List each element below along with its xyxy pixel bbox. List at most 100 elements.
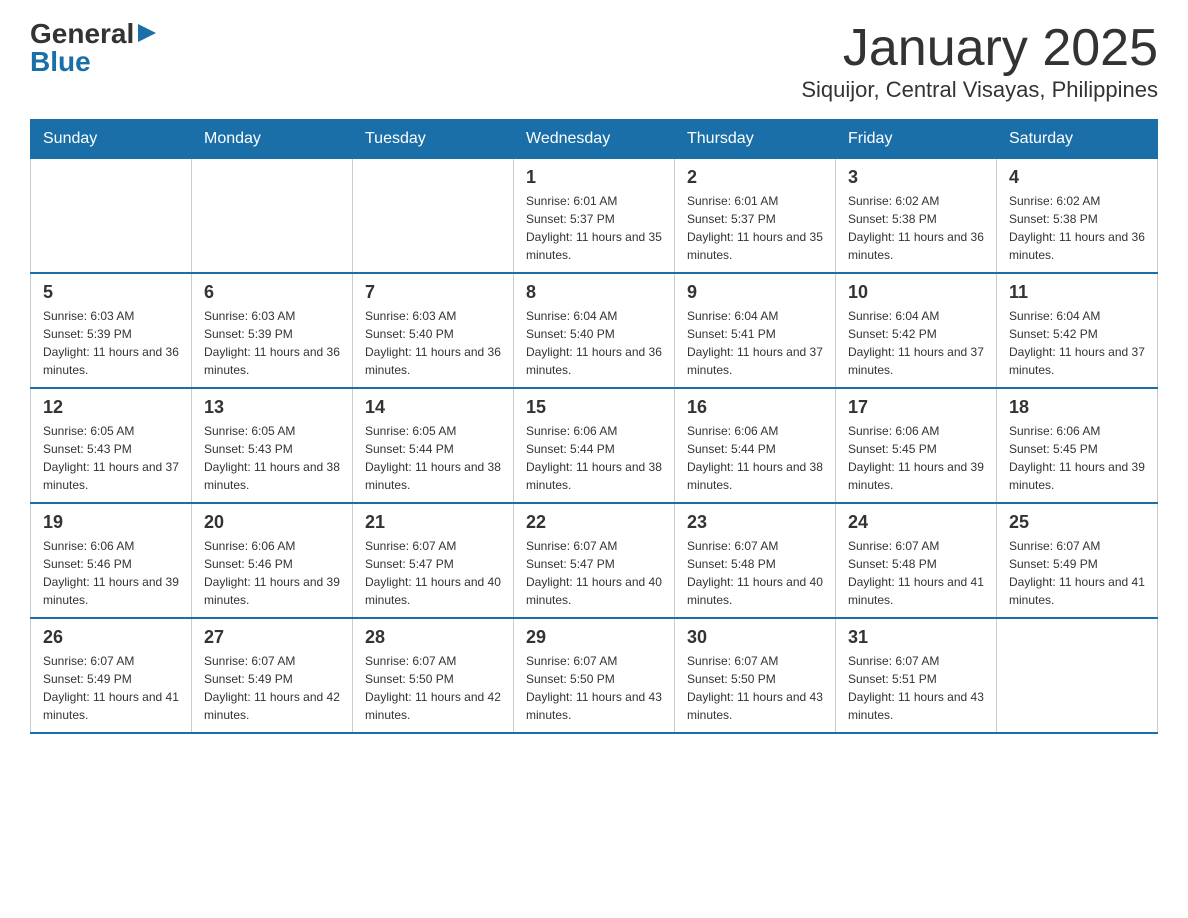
calendar-cell: 9 Sunrise: 6:04 AM Sunset: 5:41 PM Daylig… xyxy=(675,273,836,388)
logo-text-general: General xyxy=(30,20,134,48)
column-header-sunday: Sunday xyxy=(31,120,192,159)
calendar-cell: 30 Sunrise: 6:07 AM Sunset: 5:50 PM Dayli… xyxy=(675,618,836,733)
calendar-table: SundayMondayTuesdayWednesdayThursdayFrid… xyxy=(30,119,1158,734)
day-info: Sunrise: 6:07 AM Sunset: 5:47 PM Dayligh… xyxy=(365,537,501,609)
calendar-cell: 8 Sunrise: 6:04 AM Sunset: 5:40 PM Daylig… xyxy=(514,273,675,388)
day-info: Sunrise: 6:07 AM Sunset: 5:48 PM Dayligh… xyxy=(687,537,823,609)
day-number: 6 xyxy=(204,282,340,303)
month-title: January 2025 xyxy=(801,20,1158,77)
day-number: 23 xyxy=(687,512,823,533)
day-info: Sunrise: 6:02 AM Sunset: 5:38 PM Dayligh… xyxy=(1009,192,1145,264)
day-info: Sunrise: 6:06 AM Sunset: 5:45 PM Dayligh… xyxy=(1009,422,1145,494)
logo-flag-icon xyxy=(136,22,158,44)
day-number: 7 xyxy=(365,282,501,303)
day-number: 15 xyxy=(526,397,662,418)
day-info: Sunrise: 6:07 AM Sunset: 5:48 PM Dayligh… xyxy=(848,537,984,609)
day-number: 1 xyxy=(526,167,662,188)
calendar-cell: 28Sunrise: 6:07 AM Sunset: 5:50 PM Dayli… xyxy=(353,618,514,733)
day-info: Sunrise: 6:05 AM Sunset: 5:43 PM Dayligh… xyxy=(43,422,179,494)
calendar-cell: 29 Sunrise: 6:07 AM Sunset: 5:50 PM Dayli… xyxy=(514,618,675,733)
location-title: Siquijor, Central Visayas, Philippines xyxy=(801,77,1158,103)
calendar-week-row: 5 Sunrise: 6:03 AM Sunset: 5:39 PM Daylig… xyxy=(31,273,1158,388)
calendar-cell: 13 Sunrise: 6:05 AM Sunset: 5:43 PM Dayli… xyxy=(192,388,353,503)
day-info: Sunrise: 6:06 AM Sunset: 5:44 PM Dayligh… xyxy=(687,422,823,494)
column-header-monday: Monday xyxy=(192,120,353,159)
calendar-cell xyxy=(997,618,1158,733)
calendar-cell: 5Sunrise: 6:03 AM Sunset: 5:39 PM Daylig… xyxy=(31,273,192,388)
day-number: 31 xyxy=(848,627,984,648)
day-info: Sunrise: 6:05 AM Sunset: 5:43 PM Dayligh… xyxy=(204,422,340,494)
column-header-wednesday: Wednesday xyxy=(514,120,675,159)
day-number: 4 xyxy=(1009,167,1145,188)
calendar-cell: 2 Sunrise: 6:01 AM Sunset: 5:37 PM Daylig… xyxy=(675,159,836,274)
calendar-cell: 27 Sunrise: 6:07 AM Sunset: 5:49 PM Dayli… xyxy=(192,618,353,733)
day-info: Sunrise: 6:06 AM Sunset: 5:44 PM Dayligh… xyxy=(526,422,662,494)
day-number: 20 xyxy=(204,512,340,533)
title-section: January 2025 Siquijor, Central Visayas, … xyxy=(801,20,1158,103)
calendar-week-row: 12 Sunrise: 6:05 AM Sunset: 5:43 PM Dayli… xyxy=(31,388,1158,503)
calendar-cell: 12 Sunrise: 6:05 AM Sunset: 5:43 PM Dayli… xyxy=(31,388,192,503)
day-info: Sunrise: 6:01 AM Sunset: 5:37 PM Dayligh… xyxy=(687,192,823,264)
calendar-cell: 3Sunrise: 6:02 AM Sunset: 5:38 PM Daylig… xyxy=(836,159,997,274)
calendar-cell xyxy=(192,159,353,274)
day-info: Sunrise: 6:04 AM Sunset: 5:42 PM Dayligh… xyxy=(1009,307,1145,379)
calendar-cell: 7 Sunrise: 6:03 AM Sunset: 5:40 PM Daylig… xyxy=(353,273,514,388)
day-info: Sunrise: 6:03 AM Sunset: 5:40 PM Dayligh… xyxy=(365,307,501,379)
day-number: 9 xyxy=(687,282,823,303)
column-header-tuesday: Tuesday xyxy=(353,120,514,159)
day-info: Sunrise: 6:04 AM Sunset: 5:42 PM Dayligh… xyxy=(848,307,984,379)
day-info: Sunrise: 6:06 AM Sunset: 5:45 PM Dayligh… xyxy=(848,422,984,494)
calendar-cell: 21Sunrise: 6:07 AM Sunset: 5:47 PM Dayli… xyxy=(353,503,514,618)
day-number: 28 xyxy=(365,627,501,648)
calendar-cell: 18 Sunrise: 6:06 AM Sunset: 5:45 PM Dayli… xyxy=(997,388,1158,503)
day-number: 2 xyxy=(687,167,823,188)
day-number: 29 xyxy=(526,627,662,648)
day-number: 30 xyxy=(687,627,823,648)
calendar-cell: 1 Sunrise: 6:01 AM Sunset: 5:37 PM Daylig… xyxy=(514,159,675,274)
day-info: Sunrise: 6:04 AM Sunset: 5:41 PM Dayligh… xyxy=(687,307,823,379)
calendar-cell: 11 Sunrise: 6:04 AM Sunset: 5:42 PM Dayli… xyxy=(997,273,1158,388)
day-info: Sunrise: 6:07 AM Sunset: 5:51 PM Dayligh… xyxy=(848,652,984,724)
day-info: Sunrise: 6:07 AM Sunset: 5:47 PM Dayligh… xyxy=(526,537,662,609)
day-number: 13 xyxy=(204,397,340,418)
calendar-cell: 26 Sunrise: 6:07 AM Sunset: 5:49 PM Dayli… xyxy=(31,618,192,733)
day-number: 18 xyxy=(1009,397,1145,418)
day-info: Sunrise: 6:07 AM Sunset: 5:50 PM Dayligh… xyxy=(687,652,823,724)
calendar-cell: 22 Sunrise: 6:07 AM Sunset: 5:47 PM Dayli… xyxy=(514,503,675,618)
day-info: Sunrise: 6:06 AM Sunset: 5:46 PM Dayligh… xyxy=(204,537,340,609)
calendar-cell xyxy=(353,159,514,274)
day-info: Sunrise: 6:07 AM Sunset: 5:50 PM Dayligh… xyxy=(526,652,662,724)
day-number: 12 xyxy=(43,397,179,418)
column-header-thursday: Thursday xyxy=(675,120,836,159)
calendar-cell: 20 Sunrise: 6:06 AM Sunset: 5:46 PM Dayli… xyxy=(192,503,353,618)
day-number: 5 xyxy=(43,282,179,303)
day-number: 22 xyxy=(526,512,662,533)
calendar-cell: 19 Sunrise: 6:06 AM Sunset: 5:46 PM Dayli… xyxy=(31,503,192,618)
day-info: Sunrise: 6:05 AM Sunset: 5:44 PM Dayligh… xyxy=(365,422,501,494)
calendar-header-row: SundayMondayTuesdayWednesdayThursdayFrid… xyxy=(31,120,1158,159)
day-number: 8 xyxy=(526,282,662,303)
day-info: Sunrise: 6:03 AM Sunset: 5:39 PM Dayligh… xyxy=(204,307,340,379)
day-number: 11 xyxy=(1009,282,1145,303)
logo: General Blue xyxy=(30,20,158,76)
calendar-cell xyxy=(31,159,192,274)
day-number: 3 xyxy=(848,167,984,188)
calendar-cell: 25 Sunrise: 6:07 AM Sunset: 5:49 PM Dayli… xyxy=(997,503,1158,618)
day-info: Sunrise: 6:04 AM Sunset: 5:40 PM Dayligh… xyxy=(526,307,662,379)
calendar-cell: 14Sunrise: 6:05 AM Sunset: 5:44 PM Dayli… xyxy=(353,388,514,503)
day-number: 27 xyxy=(204,627,340,648)
day-info: Sunrise: 6:01 AM Sunset: 5:37 PM Dayligh… xyxy=(526,192,662,264)
day-number: 10 xyxy=(848,282,984,303)
day-number: 24 xyxy=(848,512,984,533)
day-info: Sunrise: 6:07 AM Sunset: 5:49 PM Dayligh… xyxy=(204,652,340,724)
day-number: 19 xyxy=(43,512,179,533)
day-number: 25 xyxy=(1009,512,1145,533)
column-header-saturday: Saturday xyxy=(997,120,1158,159)
logo-text-blue: Blue xyxy=(30,48,91,76)
day-info: Sunrise: 6:06 AM Sunset: 5:46 PM Dayligh… xyxy=(43,537,179,609)
day-info: Sunrise: 6:07 AM Sunset: 5:49 PM Dayligh… xyxy=(43,652,179,724)
calendar-cell: 23 Sunrise: 6:07 AM Sunset: 5:48 PM Dayli… xyxy=(675,503,836,618)
calendar-week-row: 26 Sunrise: 6:07 AM Sunset: 5:49 PM Dayli… xyxy=(31,618,1158,733)
day-info: Sunrise: 6:07 AM Sunset: 5:49 PM Dayligh… xyxy=(1009,537,1145,609)
day-number: 26 xyxy=(43,627,179,648)
